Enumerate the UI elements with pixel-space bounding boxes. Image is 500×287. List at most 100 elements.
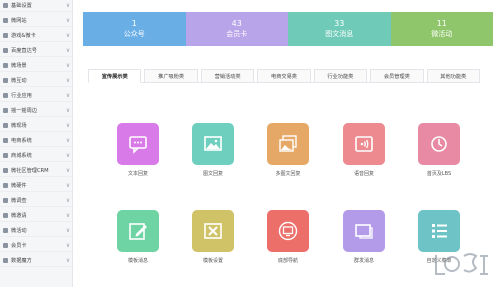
tile-icon-box (267, 123, 309, 165)
chevron-down-icon: ∨ (65, 197, 71, 204)
message-icon (355, 224, 373, 239)
card-icon (3, 243, 8, 248)
tile-text-reply[interactable]: 文本回复 (108, 123, 168, 177)
tile-home-lbs[interactable]: 首页及LBS (409, 123, 469, 177)
tab-fan-growth[interactable]: 推广吸粉类 (144, 69, 198, 83)
stat-official-accounts[interactable]: 1 公众号 (83, 12, 186, 46)
tile-bottom-nav[interactable]: 底部导航 (258, 210, 318, 264)
tile-multi-image-reply[interactable]: 多图文回复 (258, 123, 318, 177)
shop-icon (3, 138, 8, 143)
sidebar-item-industry[interactable]: 行业应用 ∨ (0, 90, 73, 102)
sidebar-item-label: 微活动 (11, 228, 27, 234)
sidebar-item-label: 微互动 (11, 78, 27, 84)
tab-membership[interactable]: 会员管理类 (370, 69, 424, 83)
live-icon (3, 123, 8, 128)
sidebar-item-label: 行业应用 (11, 93, 32, 99)
stat-label: 图文消息 (325, 30, 354, 38)
tile-icon-box (117, 123, 159, 165)
chevron-down-icon: ∨ (65, 227, 71, 234)
tile-label: 模板消息 (127, 258, 148, 264)
sidebar-item-live[interactable]: 微现场 ∨ (0, 120, 73, 132)
stats-bar: 1 公众号 43 会员卡 33 图文消息 11 微活动 (83, 12, 493, 46)
sidebar-item-ecommerce[interactable]: 电商系统 ∨ (0, 135, 73, 147)
sidebar-item-label: 微硬件 (11, 183, 27, 189)
sidebar-item-hardware[interactable]: 微硬件 ∨ (0, 180, 73, 192)
tile-mass-message[interactable]: 群发消息 (334, 210, 394, 264)
invite-icon (3, 213, 8, 218)
tile-icon-box (267, 210, 309, 252)
sidebar-item-activity[interactable]: 微活动 ∨ (0, 225, 73, 237)
sidebar-item-label: 百度直达号 (11, 48, 37, 54)
tile-label: 群发消息 (353, 258, 374, 264)
chevron-down-icon: ∨ (65, 77, 71, 84)
tile-label: 模板设置 (202, 258, 223, 264)
sidebar-item-mall[interactable]: 商城系统 ∨ (0, 150, 73, 162)
stat-member-cards[interactable]: 43 会员卡 (185, 12, 288, 46)
edit-icon (129, 223, 147, 240)
sidebar-item-label: 微现场 (11, 123, 27, 129)
menu-icon (432, 224, 447, 238)
tile-template-settings[interactable]: 模板设置 (183, 210, 243, 264)
site-icon (3, 18, 8, 23)
tab-other[interactable]: 其他功能类 (426, 69, 480, 83)
sidebar-item-data-cube[interactable]: 数据魔方 ∨ (0, 255, 73, 267)
tab-ecommerce[interactable]: 电商交易类 (257, 69, 311, 83)
tile-image-reply[interactable]: 图文回复 (183, 123, 243, 177)
scene-icon (3, 63, 8, 68)
image-icon (204, 136, 222, 151)
stat-label: 会员卡 (226, 30, 248, 38)
settings-icon (3, 3, 8, 8)
chevron-down-icon: ∨ (65, 152, 71, 159)
sidebar-item-label: 微场景 (11, 63, 27, 69)
sidebar-item-scene[interactable]: 微场景 ∨ (0, 60, 73, 72)
sidebar-item-baidu[interactable]: 百度直达号 ∨ (0, 45, 73, 57)
chevron-down-icon: ∨ (65, 137, 71, 144)
sidebar-item-survey[interactable]: 微调查 ∨ (0, 195, 73, 207)
tile-icon-box (418, 123, 460, 165)
sidebar-item-invite[interactable]: 微邀请 ∨ (0, 210, 73, 222)
stat-article-messages[interactable]: 33 图文消息 (288, 12, 391, 46)
game-icon (3, 33, 8, 38)
sidebar-item-basic-settings[interactable]: 基础设置 ∨ (0, 0, 73, 12)
tile-label: 多图文回复 (275, 171, 301, 177)
shake-icon (3, 108, 8, 113)
chevron-down-icon: ∨ (65, 107, 71, 114)
tab-promotion-display[interactable]: 宣传展示类 (88, 69, 142, 83)
clock-location-icon (431, 136, 447, 152)
sidebar-item-label: 微邀请 (11, 213, 27, 219)
tab-industry[interactable]: 行业功能类 (313, 69, 368, 83)
survey-icon (3, 198, 8, 203)
chevron-down-icon: ∨ (65, 212, 71, 219)
sidebar-item-microsite[interactable]: 微网站 ∨ (0, 15, 73, 27)
sidebar-item-shake[interactable]: 摇一摇周边 ∨ (0, 105, 73, 117)
sidebar-item-label: 商城系统 (11, 153, 32, 159)
tab-marketing[interactable]: 营销活动类 (200, 69, 255, 83)
chevron-down-icon: ∨ (65, 2, 71, 9)
stat-label: 微活动 (431, 30, 453, 38)
sidebar-item-label: 游戏&微卡 (11, 33, 36, 39)
multi-image-icon (279, 135, 297, 152)
stat-number: 33 (334, 19, 345, 28)
chevron-down-icon: ∨ (65, 257, 71, 264)
sidebar-item-label: 基础设置 (11, 3, 32, 9)
stat-number: 1 (131, 19, 137, 28)
activity-icon (3, 228, 8, 233)
tile-label: 首页及LBS (426, 171, 452, 177)
tile-icon-box (192, 123, 234, 165)
chevron-down-icon: ∨ (65, 182, 71, 189)
tile-voice-reply[interactable]: 语音回复 (334, 123, 394, 177)
sidebar-item-label: 微调查 (11, 198, 27, 204)
tile-template-message[interactable]: 模板消息 (108, 210, 168, 264)
industry-icon (3, 93, 8, 98)
chevron-down-icon: ∨ (65, 92, 71, 99)
sidebar-item-member-card[interactable]: 会员卡 ∨ (0, 240, 73, 252)
chevron-down-icon: ∨ (65, 242, 71, 249)
stat-activities[interactable]: 11 微活动 (390, 12, 493, 46)
chat-icon (129, 136, 147, 154)
chevron-down-icon: ∨ (65, 32, 71, 39)
chevron-down-icon: ∨ (65, 167, 71, 174)
sidebar-item-crm[interactable]: 微社区管理CRM ∨ (0, 165, 73, 177)
sidebar-item-interact[interactable]: 微互动 ∨ (0, 75, 73, 87)
category-tabs: 宣传展示类 推广吸粉类 营销活动类 电商交易类 行业功能类 会员管理类 其他功能… (88, 69, 480, 83)
sidebar-item-games[interactable]: 游戏&微卡 ∨ (0, 30, 73, 42)
